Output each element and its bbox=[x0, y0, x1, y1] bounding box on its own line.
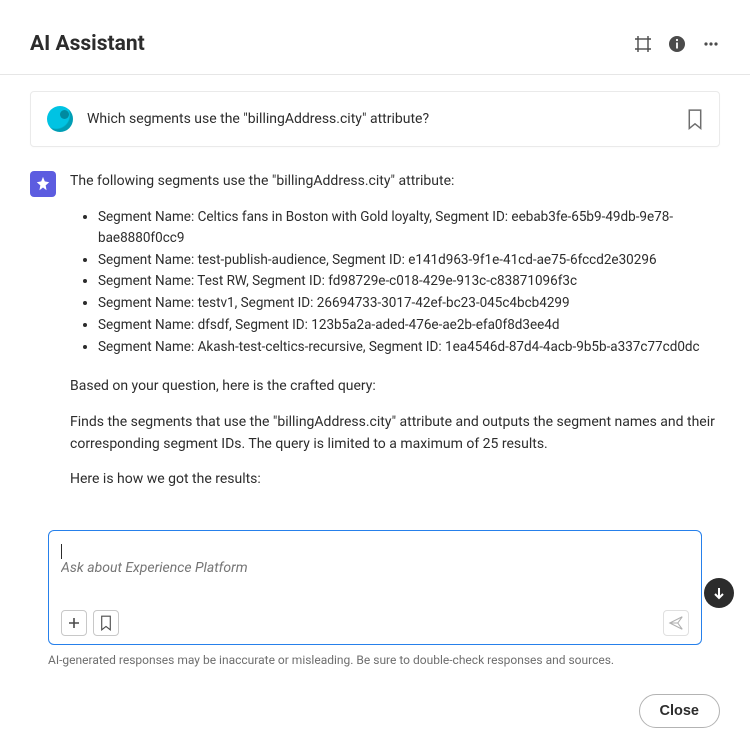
send-button[interactable] bbox=[663, 610, 689, 636]
chat-input[interactable] bbox=[61, 560, 689, 600]
close-button[interactable]: Close bbox=[639, 694, 721, 728]
panel-header: AI Assistant bbox=[0, 0, 750, 75]
ai-avatar bbox=[30, 171, 56, 197]
list-item: Segment Name: dfsdf, Segment ID: 123b5a2… bbox=[98, 315, 720, 336]
list-item: Segment Name: Test RW, Segment ID: fd987… bbox=[98, 271, 720, 292]
ai-message: The following segments use the "billingA… bbox=[30, 171, 720, 495]
ai-assistant-panel: AI Assistant Which segments use the "bil… bbox=[0, 0, 750, 752]
user-message-text: Which segments use the "billingAddress.c… bbox=[87, 111, 673, 127]
how-lead: Here is how we got the results: bbox=[70, 469, 720, 491]
info-icon[interactable] bbox=[668, 35, 686, 53]
panel-footer: Close bbox=[639, 694, 721, 728]
compose-box[interactable] bbox=[48, 530, 702, 645]
page-title: AI Assistant bbox=[30, 32, 145, 56]
add-button[interactable] bbox=[61, 610, 87, 636]
resize-icon[interactable] bbox=[634, 35, 652, 53]
bookmark-button[interactable] bbox=[93, 610, 119, 636]
ai-intro-text: The following segments use the "billingA… bbox=[70, 171, 720, 193]
compose-toolbar bbox=[61, 610, 689, 636]
list-item: Segment Name: testv1, Segment ID: 266947… bbox=[98, 293, 720, 314]
bookmark-icon[interactable] bbox=[687, 109, 703, 129]
conversation-area: Which segments use the "billingAddress.c… bbox=[0, 75, 750, 495]
compose-area: AI-generated responses may be inaccurate… bbox=[48, 530, 702, 667]
list-item: Segment Name: Akash-test-celtics-recursi… bbox=[98, 337, 720, 358]
more-icon[interactable] bbox=[702, 35, 720, 53]
list-item: Segment Name: Celtics fans in Boston wit… bbox=[98, 207, 720, 249]
user-message: Which segments use the "billingAddress.c… bbox=[30, 91, 720, 147]
crafted-query-lead: Based on your question, here is the craf… bbox=[70, 376, 720, 398]
header-actions bbox=[634, 35, 720, 53]
ai-message-body: The following segments use the "billingA… bbox=[70, 171, 720, 495]
list-item: Segment Name: test-publish-audience, Seg… bbox=[98, 250, 720, 271]
crafted-query-desc: Finds the segments that use the "billing… bbox=[70, 412, 720, 455]
disclaimer-text: AI-generated responses may be inaccurate… bbox=[48, 653, 702, 667]
user-avatar bbox=[47, 106, 73, 132]
scroll-down-button[interactable] bbox=[704, 578, 734, 608]
segments-list: Segment Name: Celtics fans in Boston wit… bbox=[98, 207, 720, 358]
